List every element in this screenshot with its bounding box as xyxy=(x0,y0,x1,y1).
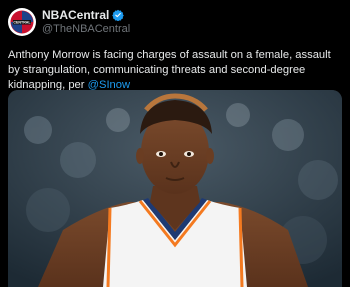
display-name[interactable]: NBACentral xyxy=(42,8,109,22)
user-info: NBACentral @TheNBACentral xyxy=(42,8,130,36)
tweet-text: Anthony Morrow is facing charges of assa… xyxy=(8,48,342,93)
tweet-card[interactable]: CENTRAL NBACentral @TheNBACentral Anthon… xyxy=(0,0,350,287)
user-handle[interactable]: @TheNBACentral xyxy=(42,23,130,36)
nba-central-logo-icon: CENTRAL xyxy=(8,8,36,36)
tweet-media[interactable] xyxy=(8,90,342,287)
svg-text:CENTRAL: CENTRAL xyxy=(13,21,31,25)
name-row: NBACentral xyxy=(42,8,130,22)
verified-badge-icon xyxy=(112,9,125,22)
avatar[interactable]: CENTRAL xyxy=(8,8,36,36)
tweet-body: Anthony Morrow is facing charges of assa… xyxy=(8,49,331,91)
player-photo xyxy=(8,90,342,287)
tweet-header: CENTRAL NBACentral @TheNBACentral xyxy=(8,6,342,38)
